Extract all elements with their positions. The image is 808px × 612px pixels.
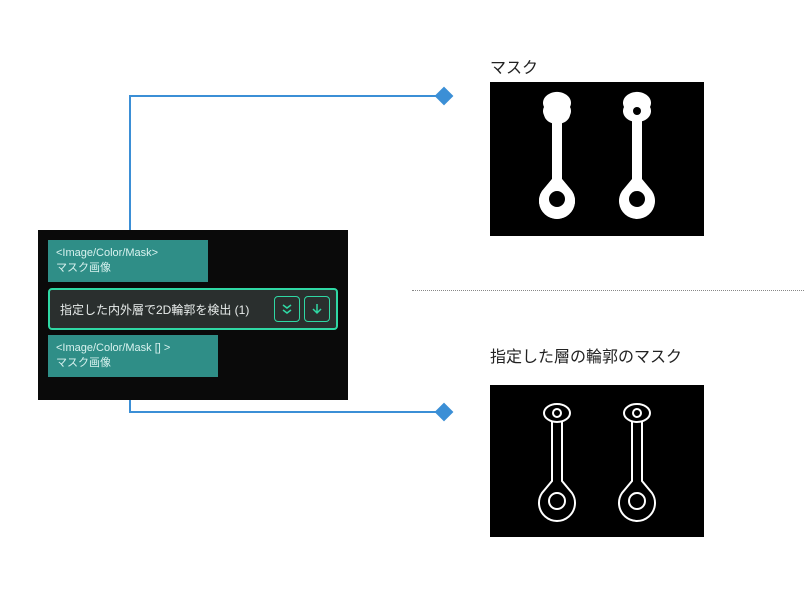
rod-outline-right-icon [612, 401, 662, 521]
input-port-type: <Image/Color/Mask> [56, 246, 200, 261]
mask-image [490, 82, 704, 236]
node-operation[interactable]: 指定した内外層で2D輪郭を検出 (1) [48, 288, 338, 330]
contour-mask-label: 指定した層の輪郭のマスク [490, 343, 682, 367]
output-port-name: マスク画像 [56, 356, 210, 371]
double-chevron-down-icon [280, 302, 294, 316]
rod-outline-left-icon [532, 401, 582, 521]
divider [412, 290, 804, 291]
node-panel: <Image/Color/Mask> マスク画像 指定した内外層で2D輪郭を検出… [38, 230, 348, 400]
download-button[interactable] [304, 296, 330, 322]
input-port-name: マスク画像 [56, 261, 200, 276]
arrow-down-icon [310, 302, 324, 316]
output-port: <Image/Color/Mask [] > マスク画像 [48, 335, 218, 377]
rod-fill-right-icon [612, 99, 662, 219]
mask-label: マスク [490, 54, 538, 78]
expand-button[interactable] [274, 296, 300, 322]
contour-mask-image [490, 385, 704, 537]
input-port: <Image/Color/Mask> マスク画像 [48, 240, 208, 282]
output-port-type: <Image/Color/Mask [] > [56, 341, 210, 356]
node-operation-label: 指定した内外層で2D輪郭を検出 (1) [60, 301, 270, 318]
rod-fill-left-icon [532, 99, 582, 219]
